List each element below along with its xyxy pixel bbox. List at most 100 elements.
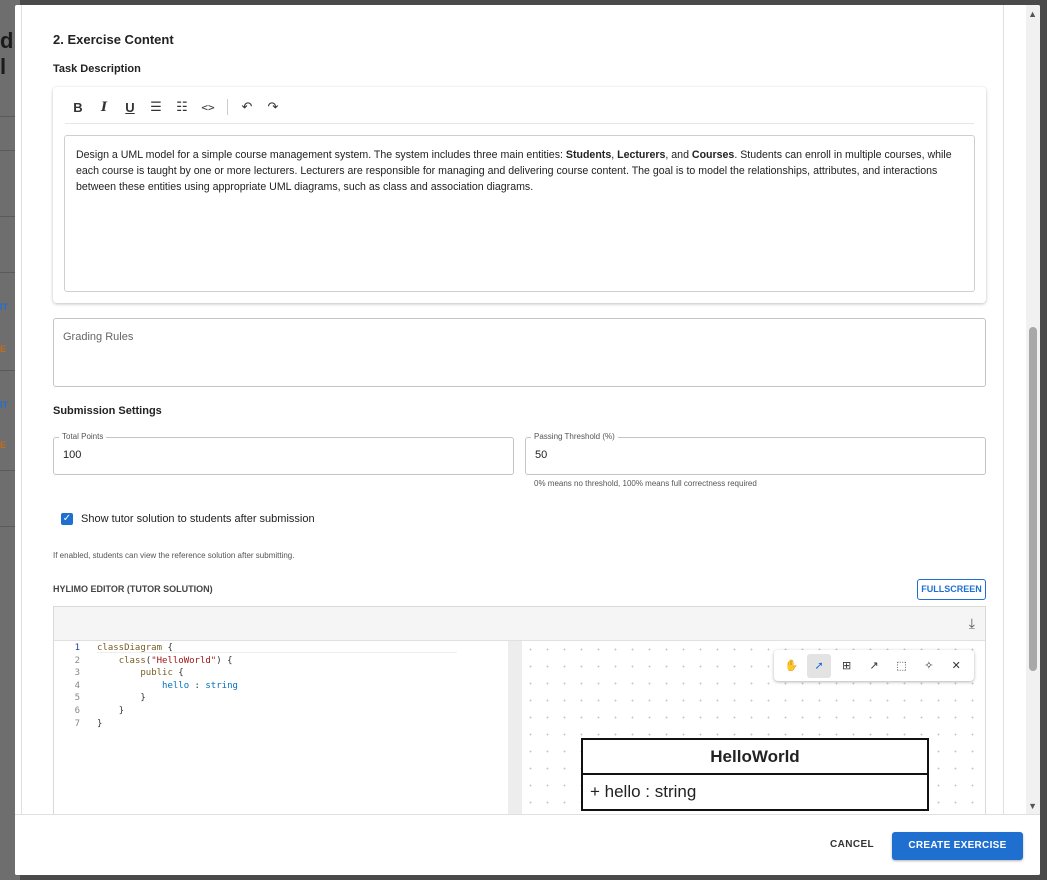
- scrollbar-thumb[interactable]: [1029, 327, 1037, 671]
- background-divider: [0, 150, 16, 151]
- line-number: 3: [74, 668, 80, 679]
- italic-button[interactable]: I: [91, 95, 117, 119]
- line-number: 7: [74, 718, 80, 729]
- select-box-icon[interactable]: ⬚: [889, 654, 913, 678]
- description-text: , and: [665, 149, 692, 161]
- code-editor[interactable]: 1 classDiagram {2 class("HelloWorld") {3 …: [54, 641, 508, 814]
- fullscreen-button[interactable]: FULLSCREEN: [917, 579, 986, 600]
- code-token: class: [118, 655, 146, 666]
- create-exercise-dialog: 2. Exercise Content Task Description B I…: [15, 5, 1040, 875]
- hand-icon[interactable]: ✋: [780, 654, 804, 678]
- code-token: string: [205, 680, 238, 691]
- code-token: }: [118, 706, 125, 716]
- show-solution-checkbox[interactable]: ✓: [61, 513, 73, 525]
- show-solution-helper-text: If enabled, students can view the refere…: [53, 551, 295, 560]
- uml-class-helloworld[interactable]: HelloWorld + hello : string: [581, 738, 929, 811]
- description-bold-lecturers: Lecturers: [617, 149, 666, 161]
- magic-wand-icon[interactable]: ✧: [917, 654, 941, 678]
- add-element-icon[interactable]: ⊞: [835, 654, 859, 678]
- code-token: ) {: [216, 655, 233, 666]
- code-line: hello : string: [97, 681, 238, 691]
- background-divider: [0, 272, 16, 273]
- code-line: }: [97, 719, 102, 729]
- pointer-icon[interactable]: ➚: [807, 653, 832, 678]
- task-description-content[interactable]: Design a UML model for a simple course m…: [64, 135, 975, 292]
- code-token: :: [189, 680, 206, 691]
- description-bold-courses: Courses: [691, 149, 735, 161]
- code-button[interactable]: <>: [195, 95, 221, 119]
- code-token: "HelloWorld": [151, 655, 217, 666]
- background-divider: [0, 370, 16, 371]
- uml-class-attribute: + hello : string: [590, 782, 697, 801]
- background-divider: [0, 470, 16, 471]
- diagram-canvas[interactable]: ✋ ➚ ⊞ ↗ ⬚ ✧ ✕ HelloWorld + hello : string: [522, 641, 985, 814]
- total-points-label: Total Points: [59, 432, 107, 441]
- undo-button[interactable]: ↶: [234, 95, 260, 119]
- total-points-field[interactable]: Total Points 100: [53, 432, 514, 475]
- bold-button[interactable]: B: [65, 95, 91, 119]
- code-token: hello: [162, 680, 190, 691]
- line-number: 4: [74, 680, 80, 691]
- line-number: 2: [74, 655, 80, 666]
- redo-button[interactable]: ↷: [260, 95, 286, 119]
- total-points-value: 100: [63, 449, 82, 461]
- dialog-footer: CANCEL CREATE EXERCISE: [15, 814, 1040, 875]
- code-line: class("HelloWorld") {: [97, 656, 233, 666]
- background-divider: [0, 216, 16, 217]
- connect-arrow-icon[interactable]: ↗: [862, 654, 886, 678]
- background-fragment: E: [0, 440, 7, 450]
- ordered-list-button[interactable]: ☷: [169, 95, 195, 119]
- line-number: 5: [74, 693, 80, 704]
- create-exercise-button[interactable]: CREATE EXERCISE: [892, 832, 1023, 860]
- download-icon[interactable]: ⤓: [969, 615, 975, 632]
- background-fragment: IT: [0, 302, 8, 312]
- scrollbar[interactable]: ▲ ▼: [1026, 5, 1040, 814]
- cancel-button[interactable]: CANCEL: [830, 839, 874, 850]
- grading-rules-placeholder: Grading Rules: [63, 331, 134, 343]
- editor-toolbar: B I U ☰ ☷ <> ↶ ↷: [65, 95, 286, 119]
- description-text: Design a UML model for a simple course m…: [76, 149, 566, 161]
- background-fragment: E: [0, 344, 7, 354]
- line-number: 6: [74, 706, 80, 716]
- code-line: }: [97, 706, 124, 716]
- grading-rules-field[interactable]: Grading Rules: [53, 318, 986, 387]
- underline-button[interactable]: U: [117, 95, 143, 119]
- task-description-label: Task Description: [53, 63, 141, 75]
- code-token: public: [140, 668, 173, 679]
- background-divider: [0, 116, 16, 117]
- passing-threshold-field[interactable]: Passing Threshold (%) 50: [525, 432, 986, 475]
- close-icon[interactable]: ✕: [944, 654, 968, 678]
- line-number: 1: [74, 643, 80, 653]
- current-line-highlight: [97, 652, 457, 653]
- code-line: public {: [97, 668, 184, 679]
- threshold-helper-text: 0% means no threshold, 100% means full c…: [534, 479, 757, 488]
- hylimo-editor-title: HYLIMO EDITOR (TUTOR SOLUTION): [53, 584, 213, 594]
- background-divider: [0, 526, 16, 527]
- scroll-up-icon[interactable]: ▲: [1028, 9, 1037, 19]
- code-token: {: [172, 668, 184, 679]
- section-title: 2. Exercise Content: [53, 32, 174, 47]
- passing-threshold-label: Passing Threshold (%): [531, 432, 618, 441]
- scroll-down-icon[interactable]: ▼: [1028, 801, 1037, 811]
- dialog-scroll-area[interactable]: 2. Exercise Content Task Description B I…: [15, 5, 1040, 814]
- code-token: }: [140, 693, 146, 704]
- hylimo-toolbar: ⤓: [54, 607, 985, 641]
- submission-settings-title: Submission Settings: [53, 405, 162, 417]
- toolbar-separator: [227, 99, 228, 115]
- code-line: }: [97, 693, 146, 704]
- rich-text-editor: B I U ☰ ☷ <> ↶ ↷ Design a UML model for …: [53, 87, 986, 303]
- description-bold-students: Students: [565, 149, 612, 161]
- bullet-list-button[interactable]: ☰: [143, 95, 169, 119]
- passing-threshold-value: 50: [535, 449, 548, 461]
- toolbar-divider: [65, 123, 974, 124]
- canvas-toolbar: ✋ ➚ ⊞ ↗ ⬚ ✧ ✕: [774, 650, 974, 681]
- background-fragment: IT: [0, 400, 8, 410]
- pane-splitter[interactable]: [508, 641, 522, 814]
- hylimo-editor: ⤓ 1 classDiagram {2 class("HelloWorld") {…: [53, 606, 986, 814]
- uml-class-name: HelloWorld: [583, 740, 927, 775]
- show-solution-label[interactable]: Show tutor solution to students after su…: [81, 513, 315, 525]
